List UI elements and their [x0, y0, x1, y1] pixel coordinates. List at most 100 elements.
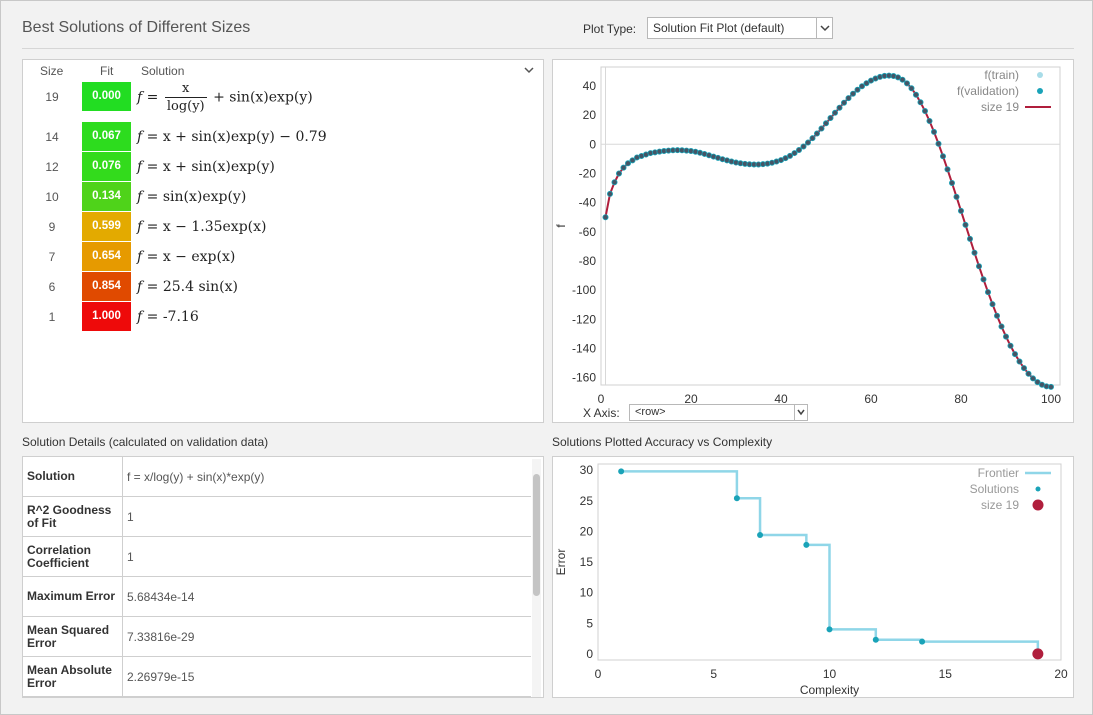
data-point [921, 108, 928, 115]
solution-size: 9 [48, 220, 56, 234]
solution-formula: f = 25.4 sin(x) [137, 279, 238, 295]
data-point [795, 147, 802, 154]
solution-point [826, 626, 833, 633]
details-key: Correlation Coefficient [23, 537, 123, 576]
solution-row-size-6[interactable]: 6 0.854 f = 25.4 sin(x) [23, 272, 543, 302]
solution-fit-badge: 0.654 [82, 242, 131, 271]
solution-point [803, 541, 810, 548]
solution-point [733, 495, 740, 502]
data-point [1016, 358, 1023, 365]
data-point [607, 190, 614, 197]
data-point [908, 85, 915, 92]
details-row-mae: Mean Absolute Error 2.26979e-15 [23, 657, 531, 697]
solution-point [872, 636, 879, 643]
fit-plot-canvas[interactable]: 40200-20-40-60-80-100-120-140-1600 20 40 60… [553, 60, 1073, 422]
data-point [917, 99, 924, 106]
data-point [962, 221, 969, 228]
details-key: Mean Squared Error [23, 617, 123, 656]
data-point [854, 86, 861, 93]
x-tick-label: 10 [823, 667, 837, 681]
solution-size: 7 [48, 250, 56, 264]
y-tick-label: -100 [572, 283, 596, 297]
data-point [935, 140, 942, 147]
details-value: f = x/log(y) + sin(x)*exp(y) [127, 469, 265, 484]
data-point [822, 120, 829, 127]
solution-point [919, 638, 926, 645]
legend-marker-solutions [1035, 486, 1041, 492]
solution-formula: f = x log(y) + sin(x)exp(y) [137, 81, 313, 114]
details-value: 7.33816e-29 [127, 629, 195, 644]
solution-fit-badge: 0.067 [82, 122, 131, 151]
solution-formula: f = x − 1.35exp(x) [137, 219, 267, 235]
header-divider [22, 48, 1074, 49]
details-value: 5.68434e-14 [127, 589, 195, 604]
chevron-down-icon [816, 18, 832, 38]
y-tick-label: 10 [580, 586, 594, 600]
data-point [980, 276, 987, 283]
column-header-solution[interactable]: Solution [141, 64, 184, 78]
y-tick-label: -80 [579, 254, 597, 268]
y-tick-label: 20 [580, 524, 594, 538]
chevron-down-icon[interactable] [523, 64, 535, 79]
selected-solution-point [1032, 648, 1044, 660]
solution-formula: f = -7.16 [137, 309, 199, 325]
solution-row-size-12[interactable]: 12 0.076 f = x + sin(x)exp(y) [23, 152, 543, 182]
y-tick-label: 20 [583, 108, 597, 122]
solution-row-size-19[interactable]: 19 0.000 f = x log(y) + sin(x)exp(y) [23, 81, 543, 114]
data-point [1025, 370, 1032, 377]
solution-fit-badge: 0.134 [82, 182, 131, 211]
plot-type-select[interactable]: Solution Fit Plot (default) [647, 17, 833, 39]
data-point [912, 91, 919, 98]
data-point [831, 109, 838, 116]
legend-label: size 19 [981, 100, 1019, 114]
data-point [849, 90, 856, 97]
y-tick-label: 5 [586, 616, 593, 630]
details-value: 1 [127, 549, 134, 564]
data-point [620, 164, 627, 171]
data-point [611, 179, 618, 186]
y-tick-label: 25 [580, 494, 594, 508]
y-tick-label: 0 [589, 137, 596, 151]
solution-formula: f = sin(x)exp(y) [137, 189, 247, 205]
fraction: x log(y) [164, 81, 207, 114]
x-tick-label: 5 [710, 667, 717, 681]
y-tick-label: -120 [572, 312, 596, 326]
accuracy-plot-canvas[interactable]: 30 25 20 15 10 5 00 5 10 15 20 Complexity Error Front… [553, 457, 1073, 697]
solution-fit-plot: 40 20 0 -20 -40 -60 -80 -100 -120 -140 -160 0 20 40 60… [552, 59, 1074, 423]
x-axis-select[interactable]: <row> [629, 404, 808, 421]
column-header-size[interactable]: Size [40, 64, 63, 78]
solution-size: 6 [48, 280, 56, 294]
data-point [840, 99, 847, 106]
details-scrollbar-thumb[interactable] [533, 474, 540, 596]
y-tick-label: -60 [579, 225, 597, 239]
data-point [804, 139, 811, 146]
solution-point [618, 468, 625, 475]
data-point [616, 170, 623, 177]
legend-marker-size-19 [1032, 499, 1044, 511]
details-key: Solution [23, 457, 123, 496]
solution-formula: f = x − exp(x) [137, 249, 236, 265]
data-point [818, 125, 825, 132]
solution-details-table: Solution f = x/log(y) + sin(x)*exp(y) R^… [22, 456, 544, 698]
data-point [984, 289, 991, 296]
solution-size: 19 [45, 90, 59, 104]
data-point [939, 153, 946, 160]
x-tick-label: 80 [954, 392, 968, 406]
data-point [845, 95, 852, 102]
solution-formula: f = x + sin(x)exp(y) − 0.79 [137, 129, 327, 145]
column-header-fit[interactable]: Fit [100, 64, 113, 78]
legend-label: f(train) [984, 68, 1019, 82]
solution-row-size-1[interactable]: 1 1.000 f = -7.16 [23, 302, 543, 332]
solution-row-size-14[interactable]: 14 0.067 f = x + sin(x)exp(y) − 0.79 [23, 122, 543, 152]
data-point [971, 249, 978, 256]
solution-row-size-7[interactable]: 7 0.654 f = x − exp(x) [23, 242, 543, 272]
data-point [1011, 351, 1018, 358]
plot-type-value: Solution Fit Plot (default) [653, 21, 785, 35]
y-tick-label: 15 [580, 555, 594, 569]
data-point [1029, 375, 1036, 382]
details-row-correlation: Correlation Coefficient 1 [23, 537, 531, 577]
solution-row-size-9[interactable]: 9 0.599 f = x − 1.35exp(x) [23, 212, 543, 242]
data-point [800, 143, 807, 150]
data-point [899, 76, 906, 83]
solution-row-size-10[interactable]: 10 0.134 f = sin(x)exp(y) [23, 182, 543, 212]
